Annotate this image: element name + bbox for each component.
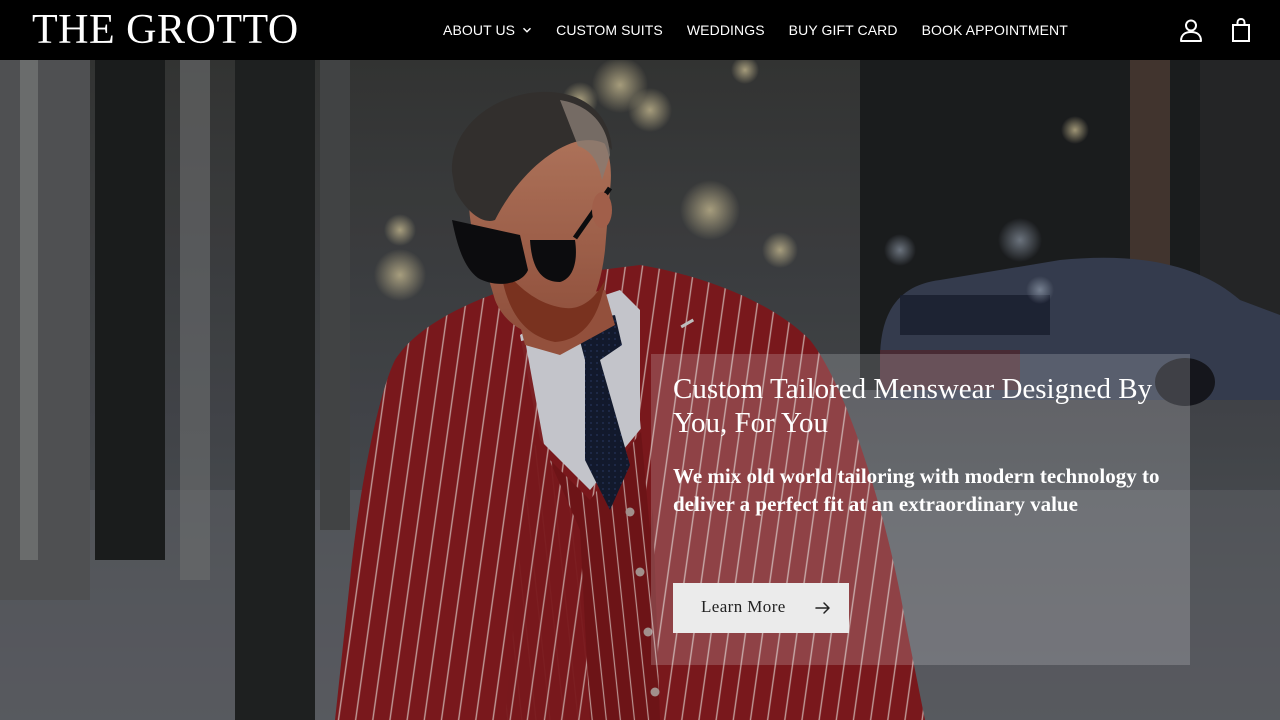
account-icon[interactable] — [1178, 17, 1204, 43]
nav-item-custom-suits[interactable]: CUSTOM SUITS — [556, 22, 663, 38]
hero-subheading: We mix old world tailoring with modern t… — [673, 464, 1160, 516]
nav-item-book-appointment[interactable]: BOOK APPOINTMENT — [922, 22, 1068, 38]
arrow-right-icon — [815, 602, 830, 614]
nav-item-about-us[interactable]: ABOUT US — [443, 22, 532, 38]
brand-logo[interactable]: THE GROTTO — [32, 6, 299, 54]
hero-section: Custom Tailored Menswear Designed By You… — [0, 60, 1280, 720]
shopping-bag-icon[interactable] — [1229, 17, 1253, 43]
nav-item-buy-gift-card[interactable]: BUY GIFT CARD — [789, 22, 898, 38]
nav-item-weddings[interactable]: WEDDINGS — [687, 22, 765, 38]
site-header: THE GROTTO ABOUT US CUSTOM SUITS WEDDING… — [0, 0, 1280, 60]
main-nav: ABOUT US CUSTOM SUITS WEDDINGS BUY GIFT … — [443, 20, 1068, 40]
hero-heading: Custom Tailored Menswear Designed By You… — [673, 373, 1153, 439]
learn-more-label: Learn More — [701, 597, 786, 616]
hero-text-card: Custom Tailored Menswear Designed By You… — [651, 354, 1190, 665]
chevron-down-icon — [523, 27, 532, 33]
learn-more-button[interactable]: Learn More — [673, 583, 849, 633]
nav-item-label: ABOUT US — [443, 22, 516, 38]
